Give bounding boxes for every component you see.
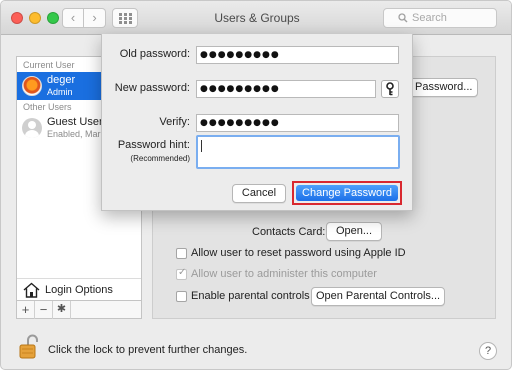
open-parental-controls-button[interactable]: Open Parental Controls... xyxy=(311,287,445,306)
administer-computer-checkbox[interactable] xyxy=(176,267,187,280)
titlebar: ‹ › Users & Groups Search xyxy=(1,1,511,35)
action-menu-button[interactable]: ✱ xyxy=(53,301,71,319)
other-users-section-label: Other Users xyxy=(23,102,72,112)
add-user-button[interactable]: + xyxy=(17,301,35,319)
current-user-section-label: Current User xyxy=(23,60,75,70)
reset-password-apple-id-checkbox[interactable] xyxy=(176,248,187,259)
open-contacts-card-button[interactable]: Open... xyxy=(326,222,382,241)
administer-computer-label: Allow user to administer this computer xyxy=(191,268,377,280)
new-password-label: New password: xyxy=(114,82,190,94)
password-hint-field[interactable] xyxy=(196,135,400,169)
users-groups-window: ‹ › Users & Groups Search Current User d… xyxy=(0,0,512,370)
help-button[interactable]: ? xyxy=(479,342,497,360)
sidebar-controls: + − ✱ xyxy=(17,300,141,319)
minus-icon: − xyxy=(39,302,48,317)
lock-message: Click the lock to prevent further change… xyxy=(48,344,248,356)
user-status: Enabled, Mar xyxy=(47,129,101,139)
search-field[interactable]: Search xyxy=(383,8,497,28)
verify-field[interactable]: ●●●●●●●●● xyxy=(196,114,399,132)
password-hint-label: Password hint: xyxy=(117,139,190,151)
old-password-label: Old password: xyxy=(119,48,190,60)
avatar xyxy=(22,118,42,138)
question-mark-icon: ? xyxy=(484,345,492,357)
user-role: Admin xyxy=(47,87,73,97)
contacts-card-label: Contacts Card: xyxy=(252,226,326,238)
password-assistant-button[interactable] xyxy=(381,80,399,98)
remove-user-button[interactable]: − xyxy=(35,301,53,319)
search-icon xyxy=(398,13,408,23)
login-options-label: Login Options xyxy=(45,284,113,296)
change-password-confirm-button[interactable]: Change Password xyxy=(292,181,402,205)
verify-label: Verify: xyxy=(159,116,190,128)
plus-icon: + xyxy=(21,302,30,317)
login-options-item[interactable]: Login Options xyxy=(17,278,141,300)
house-icon xyxy=(23,282,40,298)
new-password-field[interactable]: ●●●●●●●●● xyxy=(196,80,376,98)
lock-icon[interactable] xyxy=(19,334,39,360)
gear-icon: ✱ xyxy=(56,303,67,315)
search-placeholder: Search xyxy=(412,12,447,24)
cancel-button[interactable]: Cancel xyxy=(232,184,286,203)
reset-password-apple-id-label: Allow user to reset password using Apple… xyxy=(191,247,406,259)
change-password-button-label: Change Password xyxy=(296,185,398,201)
parental-controls-label: Enable parental controls xyxy=(191,290,310,302)
change-password-sheet: Old password: ●●●●●●●●● New password: ●●… xyxy=(101,34,413,211)
key-icon xyxy=(386,82,394,96)
user-name: deger xyxy=(47,74,76,86)
old-password-field[interactable]: ●●●●●●●●● xyxy=(196,46,399,64)
avatar xyxy=(22,76,42,96)
parental-controls-checkbox[interactable] xyxy=(176,291,187,302)
change-password-button[interactable]: Password... xyxy=(406,78,478,97)
password-hint-sublabel: (Recommended) xyxy=(130,154,190,163)
user-name: Guest User xyxy=(47,116,103,128)
